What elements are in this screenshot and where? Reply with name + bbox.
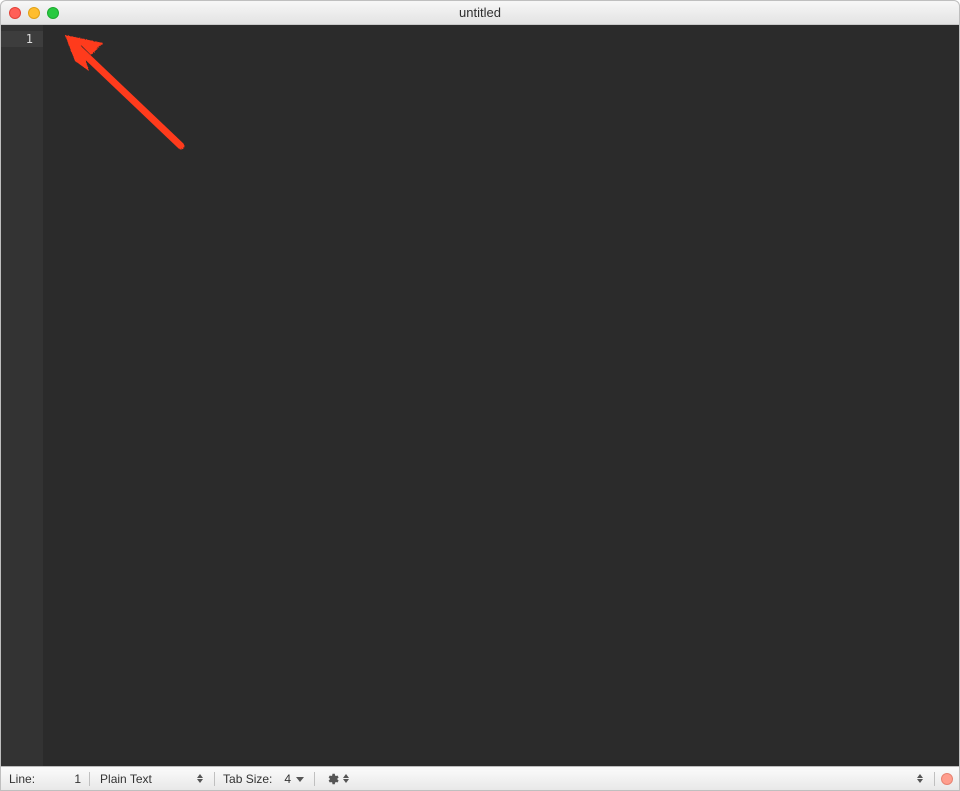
titlebar[interactable]: untitled (1, 1, 959, 25)
settings-dropdown[interactable] (321, 770, 354, 788)
minimize-icon[interactable] (28, 7, 40, 19)
syntax-dropdown[interactable]: Plain Text (96, 770, 208, 788)
updown-caret-icon (342, 772, 350, 786)
updown-caret-icon (196, 772, 204, 786)
line-value: 1 (43, 772, 83, 786)
line-number: 1 (1, 31, 43, 47)
window-title: untitled (1, 5, 959, 20)
right-stepper[interactable] (912, 770, 928, 788)
separator (934, 772, 935, 786)
statusbar: Line: 1 Plain Text Tab Size: 4 (1, 766, 959, 790)
separator (314, 772, 315, 786)
tabsize-dropdown[interactable]: 4 (280, 770, 308, 788)
syntax-label: Plain Text (100, 772, 190, 786)
chevron-down-icon (293, 772, 304, 786)
close-icon[interactable] (9, 7, 21, 19)
window-controls (9, 7, 59, 19)
line-label: Line: (7, 772, 37, 786)
tabsize-value: 4 (284, 772, 291, 786)
editor-area: 1 (1, 25, 959, 766)
line-number-gutter[interactable]: 1 (1, 25, 43, 766)
text-editor[interactable] (43, 25, 959, 766)
updown-caret-icon (916, 772, 924, 786)
separator (214, 772, 215, 786)
gear-icon (325, 772, 339, 786)
unsaved-indicator-icon (941, 773, 953, 785)
editor-window: untitled 1 Line: 1 Plain Text Tab Size (0, 0, 960, 791)
tabsize-label: Tab Size: (221, 772, 274, 786)
separator (89, 772, 90, 786)
zoom-icon[interactable] (47, 7, 59, 19)
